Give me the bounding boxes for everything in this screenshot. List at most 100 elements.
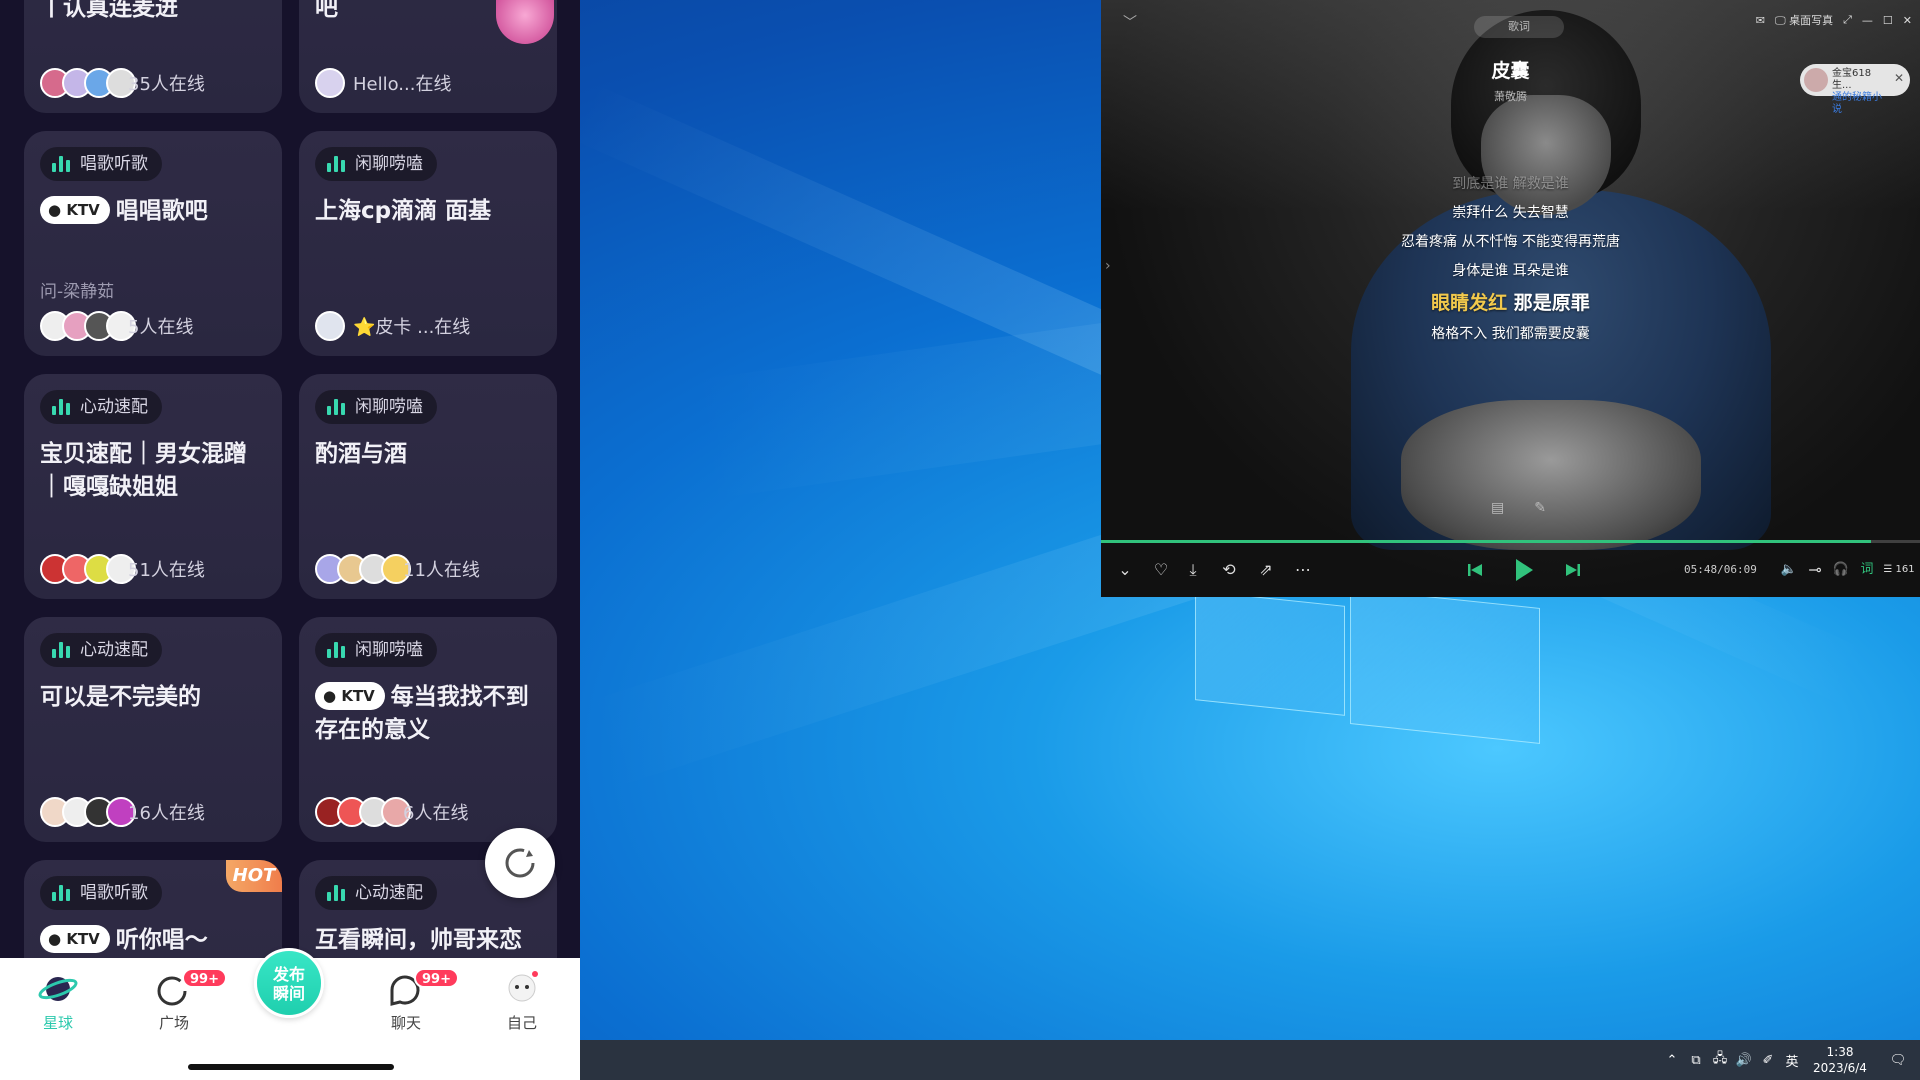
nav-me[interactable]: 自己 bbox=[482, 970, 562, 1033]
equalizer-icon bbox=[52, 156, 72, 172]
heart-icon[interactable]: ♡ bbox=[1149, 558, 1173, 582]
room-online: 11人在线 bbox=[315, 553, 480, 585]
play-icon[interactable] bbox=[1507, 554, 1539, 586]
room-category-tag: 闲聊唠嗑 bbox=[315, 147, 437, 181]
app-tray-icon[interactable]: ⧉ bbox=[1684, 1053, 1708, 1068]
network-icon[interactable]: 🖧 bbox=[1708, 1049, 1732, 1071]
lyric-line: 忍着疼痛 从不忏悔 不能变得再荒唐 bbox=[1401, 234, 1620, 250]
desktop-photo-button[interactable]: 🖵 桌面写真 bbox=[1775, 12, 1833, 28]
equalizer-icon bbox=[327, 885, 347, 901]
room-online: 6人在线 bbox=[315, 796, 468, 828]
room-category-tag: 心动速配 bbox=[40, 633, 162, 667]
equalizer-icon bbox=[52, 642, 72, 658]
player-controls: ⌄ ♡ ⤓ ⟲ ⇗ ⋯ 05:48/06:09 🔈 ⊸ 🎧 词 ☰ 161 bbox=[1101, 548, 1920, 593]
room-online: ⭐皮卡 ...在线 bbox=[315, 310, 470, 342]
nav-square[interactable]: 99+ 广场 bbox=[134, 968, 227, 1033]
more-icon[interactable]: ⋯ bbox=[1291, 558, 1315, 582]
room-title: ● KTV 听你唱～ bbox=[40, 924, 268, 957]
mail-icon[interactable]: ✉ bbox=[1756, 14, 1765, 27]
download-icon[interactable]: ⤓ bbox=[1181, 558, 1205, 582]
square-badge: 99+ bbox=[182, 968, 227, 988]
lyric-line-current: 眼睛发红 那是原罪 bbox=[1431, 292, 1590, 314]
phone-app-window: 丨认真连麦进 35人在线 吧 Hello...在线 唱歌听歌 ● KTV 唱唱歌吧… bbox=[0, 0, 580, 1080]
nav-chat[interactable]: 99+ 聊天 bbox=[366, 968, 459, 1033]
fullscreen-icon[interactable]: ⤢ bbox=[1843, 13, 1852, 27]
progress-bar[interactable] bbox=[1101, 540, 1920, 543]
lyrics-tab[interactable]: 歌词 bbox=[1474, 16, 1564, 38]
room-title: 互看瞬间，帅哥来恋 bbox=[315, 927, 522, 953]
chat-icon: 99+ bbox=[386, 968, 459, 1008]
room-title: 上海cp滴滴 面基 bbox=[315, 198, 492, 224]
share-icon[interactable]: ⇗ bbox=[1254, 558, 1278, 582]
windows-logo bbox=[1195, 588, 1540, 744]
room-online: 16人在线 bbox=[40, 796, 205, 828]
avatar bbox=[315, 68, 345, 98]
maximize-icon[interactable]: ☐ bbox=[1883, 14, 1893, 27]
speaker-icon[interactable]: 🔊 bbox=[1732, 1053, 1756, 1068]
system-tray: ⌃ ⧉ 🖧 🔊 ✐ 英 1:38 2023/6/4 🗨 bbox=[1660, 1040, 1920, 1080]
planet-icon bbox=[38, 970, 78, 1008]
equalizer-icon[interactable]: ⊸ bbox=[1803, 558, 1827, 582]
taskbar-clock[interactable]: 1:38 2023/6/4 bbox=[1804, 1044, 1876, 1076]
playlist-button[interactable]: ☰ 161 bbox=[1881, 558, 1917, 582]
room-category-tag: 唱歌听歌 bbox=[40, 876, 162, 910]
room-card[interactable]: 唱歌听歌 ● KTV 唱唱歌吧 问-梁静茹 5人在线 bbox=[24, 131, 282, 356]
room-online: Hello...在线 bbox=[315, 67, 451, 99]
chevron-up-icon[interactable]: ⌃ bbox=[1660, 1053, 1684, 1068]
lyrics-icon[interactable]: 词 bbox=[1855, 558, 1879, 582]
previous-icon[interactable] bbox=[1463, 558, 1487, 582]
room-category-tag: 闲聊唠嗑 bbox=[315, 390, 437, 424]
ktv-badge: ● KTV bbox=[40, 925, 110, 953]
pen-icon[interactable]: ✐ bbox=[1756, 1053, 1780, 1068]
room-card[interactable]: 闲聊唠嗑 酌酒与酒 11人在线 bbox=[299, 374, 557, 599]
song-artist[interactable]: 萧敬腾 bbox=[1101, 88, 1920, 104]
window-controls: ✉ 🖵 桌面写真 ⤢ — ☐ ✕ bbox=[1756, 12, 1912, 28]
repeat-icon[interactable]: ⟲ bbox=[1217, 558, 1241, 582]
brush-icon[interactable]: ✎ bbox=[1534, 500, 1546, 516]
square-icon: 99+ bbox=[154, 968, 227, 1008]
room-online: 35人在线 bbox=[40, 67, 205, 99]
room-card[interactable]: 心动速配 宝贝速配｜男女混蹭｜嘎嘎缺姐姐 51人在线 bbox=[24, 374, 282, 599]
next-icon[interactable] bbox=[1561, 558, 1585, 582]
lyric-line: 身体是谁 耳朵是谁 bbox=[1452, 263, 1569, 279]
film-icon[interactable]: ▤ bbox=[1491, 500, 1504, 516]
room-title: 酌酒与酒 bbox=[315, 441, 407, 467]
refresh-button[interactable] bbox=[485, 828, 555, 898]
room-card[interactable]: HOT 唱歌听歌 ● KTV 听你唱～ bbox=[24, 860, 282, 958]
equalizer-icon bbox=[327, 399, 347, 415]
equalizer-icon bbox=[327, 642, 347, 658]
minimize-icon[interactable]: — bbox=[1862, 14, 1873, 27]
hot-badge: HOT bbox=[226, 860, 282, 892]
notification-icon[interactable]: 🗨 bbox=[1876, 1053, 1920, 1068]
lyric-line: 格格不入 我们都需要皮囊 bbox=[1431, 326, 1590, 342]
publish-moment-button[interactable]: 发布 瞬间 bbox=[254, 948, 324, 1018]
refresh-icon bbox=[505, 848, 535, 878]
room-category-tag: 心动速配 bbox=[40, 390, 162, 424]
equalizer-icon bbox=[52, 399, 72, 415]
close-icon[interactable]: ✕ bbox=[1903, 14, 1912, 27]
collapse-icon[interactable]: ﹀ bbox=[1123, 12, 1137, 32]
room-card[interactable]: 丨认真连麦进 35人在线 bbox=[24, 0, 282, 113]
room-list[interactable]: 丨认真连麦进 35人在线 吧 Hello...在线 唱歌听歌 ● KTV 唱唱歌吧… bbox=[0, 0, 580, 958]
headphones-icon[interactable]: 🎧 bbox=[1829, 558, 1853, 582]
ime-indicator[interactable]: 英 bbox=[1780, 1051, 1804, 1070]
room-title: ● KTV 每当我找不到存在的意义 bbox=[315, 682, 529, 743]
avatar bbox=[315, 311, 345, 341]
lyric-line: 到底是谁 解救是谁 bbox=[1452, 176, 1569, 192]
home-indicator bbox=[188, 1064, 394, 1070]
room-song: 问-梁静茹 bbox=[40, 282, 115, 302]
room-card[interactable]: 闲聊唠嗑 ● KTV 每当我找不到存在的意义 6人在线 bbox=[299, 617, 557, 842]
progress-fill bbox=[1101, 540, 1871, 543]
photo-tools: ▤ ✎ bbox=[1491, 500, 1546, 516]
nav-planet[interactable]: 星球 bbox=[18, 970, 98, 1033]
chat-badge: 99+ bbox=[414, 968, 459, 988]
room-online: 51人在线 bbox=[40, 553, 205, 585]
lyrics-panel: 到底是谁 解救是谁 崇拜什么 失去智慧 忍着疼痛 从不忏悔 不能变得再荒唐 身体… bbox=[1101, 170, 1920, 349]
room-card[interactable]: 闲聊唠嗑 上海cp滴滴 面基 ⭐皮卡 ...在线 bbox=[299, 131, 557, 356]
equalizer-icon bbox=[327, 156, 347, 172]
room-category-tag: 心动速配 bbox=[315, 876, 437, 910]
volume-icon[interactable]: 🔈 bbox=[1777, 558, 1801, 582]
room-card[interactable]: 心动速配 可以是不完美的 16人在线 bbox=[24, 617, 282, 842]
chevron-down-icon[interactable]: ⌄ bbox=[1113, 558, 1137, 582]
lyric-line: 崇拜什么 失去智慧 bbox=[1452, 205, 1569, 221]
